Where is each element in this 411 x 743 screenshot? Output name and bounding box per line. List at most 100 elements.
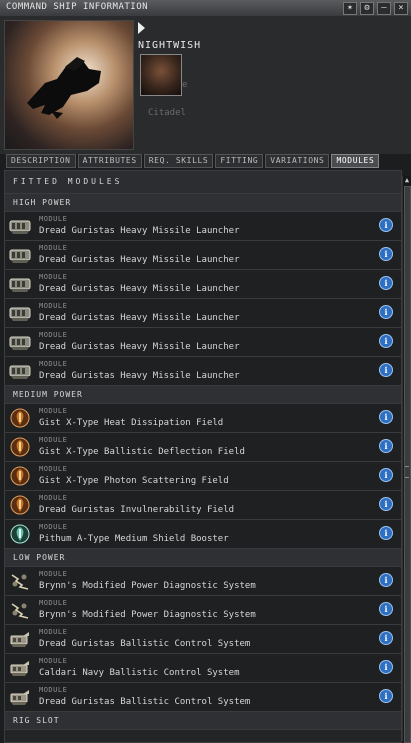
module-row[interactable]: MODULE Gist X-Type Photon Scattering Fiel… (5, 462, 401, 491)
tab-description[interactable]: DESCRIPTION (6, 154, 76, 168)
launcher-icon (9, 244, 31, 266)
window-titlebar: COMMAND SHIP INFORMATION ✶ ⚙ – × (0, 0, 411, 17)
launcher-icon (9, 215, 31, 237)
scroll-up-icon[interactable]: ▲ (403, 176, 411, 184)
scroll-grip-icon (405, 466, 409, 478)
module-type-label: MODULE (39, 331, 68, 339)
info-icon[interactable]: i (379, 363, 393, 377)
pilot-portrait[interactable] (140, 54, 182, 96)
module-name: Gist X-Type Ballistic Deflection Field (39, 447, 245, 457)
info-icon[interactable]: i (379, 497, 393, 511)
module-name: Caldari Navy Ballistic Control System (39, 668, 240, 678)
module-row[interactable]: MODULE Pithum A-Type Medium Shield Booste… (5, 520, 401, 549)
info-icon[interactable]: i (379, 468, 393, 482)
module-name: Pithum A-Type Medium Shield Booster (39, 534, 229, 544)
module-name: Dread Guristas Heavy Missile Launcher (39, 313, 240, 323)
modules-panel: FITTED MODULES HIGH POWER MODULE Dread Gur… (4, 170, 402, 743)
info-icon[interactable]: i (379, 439, 393, 453)
info-icon[interactable]: i (379, 305, 393, 319)
module-name: Dread Guristas Ballistic Control System (39, 639, 251, 649)
module-type-label: MODULE (39, 465, 68, 473)
section-header[interactable]: RIG SLOT (5, 712, 401, 730)
module-sections: HIGH POWER MODULE Dread Guristas Heavy Mis… (5, 194, 401, 730)
info-icon[interactable]: i (379, 631, 393, 645)
power-diagnostic-icon (9, 570, 31, 592)
info-icon[interactable]: i (379, 334, 393, 348)
info-icon[interactable]: i (379, 218, 393, 232)
module-row[interactable]: MODULE Dread Guristas Heavy Missile Launc… (5, 299, 401, 328)
tab-modules[interactable]: MODULES (331, 154, 380, 168)
module-type-label: MODULE (39, 407, 68, 415)
module-row[interactable]: MODULE Dread Guristas Heavy Missile Launc… (5, 357, 401, 386)
scrollbar[interactable]: ▲ (402, 176, 411, 743)
info-icon[interactable]: i (379, 689, 393, 703)
info-icon[interactable]: i (379, 410, 393, 424)
module-row[interactable]: MODULE Dread Guristas Heavy Missile Launc… (5, 241, 401, 270)
tab-attributes[interactable]: ATTRIBUTES (77, 154, 142, 168)
pin-icon[interactable]: ✶ (343, 2, 357, 15)
launcher-icon (9, 273, 31, 295)
module-name: Dread Guristas Heavy Missile Launcher (39, 284, 240, 294)
module-type-label: MODULE (39, 244, 68, 252)
tab-fitting[interactable]: FITTING (215, 154, 264, 168)
window-title: COMMAND SHIP INFORMATION (6, 2, 149, 12)
ghost-text-1: e (182, 80, 188, 90)
section-header[interactable]: LOW POWER (5, 549, 401, 567)
module-row[interactable]: MODULE Dread Guristas Invulnerability Fie… (5, 491, 401, 520)
module-row[interactable]: MODULE Brynn's Modified Power Diagnostic … (5, 567, 401, 596)
launcher-icon (9, 360, 31, 382)
ballistic-control-icon (9, 628, 31, 650)
close-icon[interactable]: × (394, 2, 408, 15)
ship-name: NIGHTWISH (138, 40, 202, 51)
panel-title: FITTED MODULES (5, 171, 401, 194)
module-type-label: MODULE (39, 570, 68, 578)
info-icon[interactable]: i (379, 602, 393, 616)
module-row[interactable]: MODULE Dread Guristas Ballistic Control S… (5, 625, 401, 654)
module-row[interactable]: MODULE Dread Guristas Ballistic Control S… (5, 683, 401, 712)
module-row[interactable]: MODULE Gist X-Type Heat Dissipation Field… (5, 404, 401, 433)
ship-render-image[interactable] (4, 20, 134, 150)
ship-silhouette (27, 57, 101, 119)
module-row[interactable]: MODULE Dread Guristas Heavy Missile Launc… (5, 328, 401, 357)
module-row[interactable]: MODULE Gist X-Type Ballistic Deflection F… (5, 433, 401, 462)
module-row[interactable]: MODULE Brynn's Modified Power Diagnostic … (5, 596, 401, 625)
module-row[interactable]: MODULE Dread Guristas Heavy Missile Launc… (5, 212, 401, 241)
module-type-label: MODULE (39, 273, 68, 281)
ghost-text-2: Citadel (148, 108, 186, 118)
module-row[interactable]: MODULE Dread Guristas Heavy Missile Launc… (5, 270, 401, 299)
module-name: Dread Guristas Heavy Missile Launcher (39, 342, 240, 352)
shield-booster-icon (9, 523, 31, 545)
module-name: Dread Guristas Heavy Missile Launcher (39, 226, 240, 236)
scroll-thumb[interactable] (404, 186, 411, 743)
ballistic-control-icon (9, 657, 31, 679)
info-icon[interactable]: i (379, 276, 393, 290)
module-type-label: MODULE (39, 494, 68, 502)
module-type-label: MODULE (39, 599, 68, 607)
info-icon[interactable]: i (379, 247, 393, 261)
play-icon[interactable] (138, 22, 145, 34)
module-name: Dread Guristas Heavy Missile Launcher (39, 255, 240, 265)
section-header[interactable]: HIGH POWER (5, 194, 401, 212)
tab-variations[interactable]: VARIATIONS (265, 154, 330, 168)
launcher-icon (9, 331, 31, 353)
module-type-label: MODULE (39, 628, 68, 636)
module-type-label: MODULE (39, 436, 68, 444)
shield-hardener-icon (9, 407, 31, 429)
module-name: Gist X-Type Heat Dissipation Field (39, 418, 224, 428)
tab-req-skills[interactable]: REQ. SKILLS (143, 154, 214, 168)
module-name: Brynn's Modified Power Diagnostic System (39, 610, 256, 620)
module-type-label: MODULE (39, 657, 68, 665)
settings-icon[interactable]: ⚙ (360, 2, 374, 15)
info-icon[interactable]: i (379, 526, 393, 540)
info-icon[interactable]: i (379, 660, 393, 674)
section-header[interactable]: MEDIUM POWER (5, 386, 401, 404)
module-name: Dread Guristas Invulnerability Field (39, 505, 235, 515)
module-type-label: MODULE (39, 523, 68, 531)
shield-hardener-icon (9, 494, 31, 516)
module-name: Dread Guristas Heavy Missile Launcher (39, 371, 240, 381)
module-row[interactable]: MODULE Caldari Navy Ballistic Control Sys… (5, 654, 401, 683)
module-name: Gist X-Type Photon Scattering Field (39, 476, 229, 486)
minimize-icon[interactable]: – (377, 2, 391, 15)
info-icon[interactable]: i (379, 573, 393, 587)
module-type-label: MODULE (39, 686, 68, 694)
